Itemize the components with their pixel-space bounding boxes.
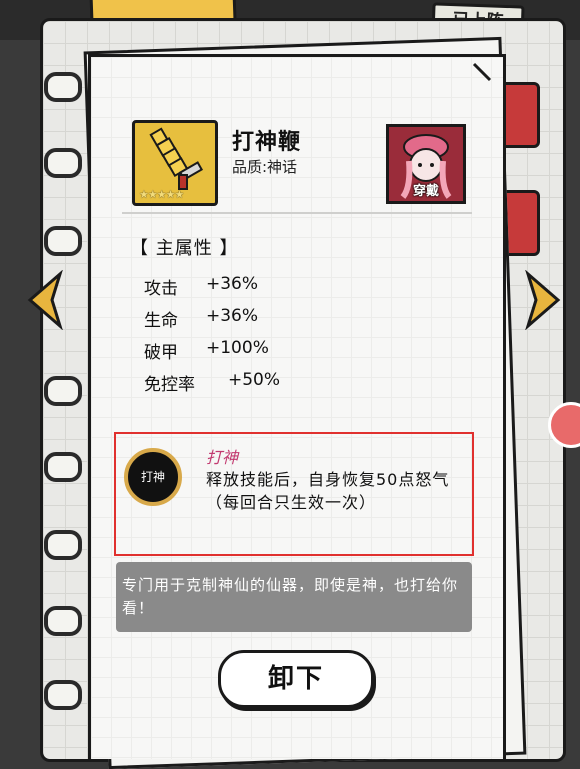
main-attributes-title: 【 主属性 】	[130, 238, 239, 259]
item-name: 打神鞭	[232, 130, 302, 155]
binder-ring	[44, 606, 82, 636]
corner-fold-icon	[472, 62, 492, 82]
flavor-text: 专门用于克制神仙的仙器，即使是神，也打给你看！	[122, 576, 459, 617]
prev-arrow-icon[interactable]	[24, 270, 64, 330]
attr-name: 生命	[144, 311, 178, 331]
attr-value: +36%	[206, 274, 259, 294]
side-slot[interactable]	[500, 82, 540, 148]
equipped-label: 穿戴	[412, 184, 439, 199]
attr-value: +50%	[228, 370, 281, 390]
binder-ring	[44, 226, 82, 256]
attr-name: 攻击	[144, 279, 178, 299]
attr-name: 免控率	[144, 375, 195, 395]
binder-ring	[44, 530, 82, 560]
binder-ring	[44, 452, 82, 482]
attr-value: +36%	[206, 306, 259, 326]
divider	[122, 212, 472, 214]
item-quality: 品质:神话	[232, 158, 298, 176]
skill-description: 释放技能后，自身恢复50点怒气（每回合只生效一次）	[206, 470, 450, 512]
skill-name: 打神	[206, 448, 239, 467]
unequip-button[interactable]: 卸下	[218, 650, 374, 708]
item-icon-frame: ★★★★★	[132, 120, 218, 206]
star-rating: ★★★★★	[139, 188, 184, 201]
binder-ring	[44, 376, 82, 406]
binder-ring	[44, 72, 82, 102]
binder-ring	[44, 148, 82, 178]
binder-ring	[44, 680, 82, 710]
attr-name: 破甲	[144, 343, 178, 363]
next-arrow-icon[interactable]	[524, 270, 564, 330]
skill-icon[interactable]: 打神	[124, 448, 182, 506]
attr-value: +100%	[206, 338, 269, 358]
equipped-hero-portrait[interactable]: 穿戴	[386, 124, 466, 204]
